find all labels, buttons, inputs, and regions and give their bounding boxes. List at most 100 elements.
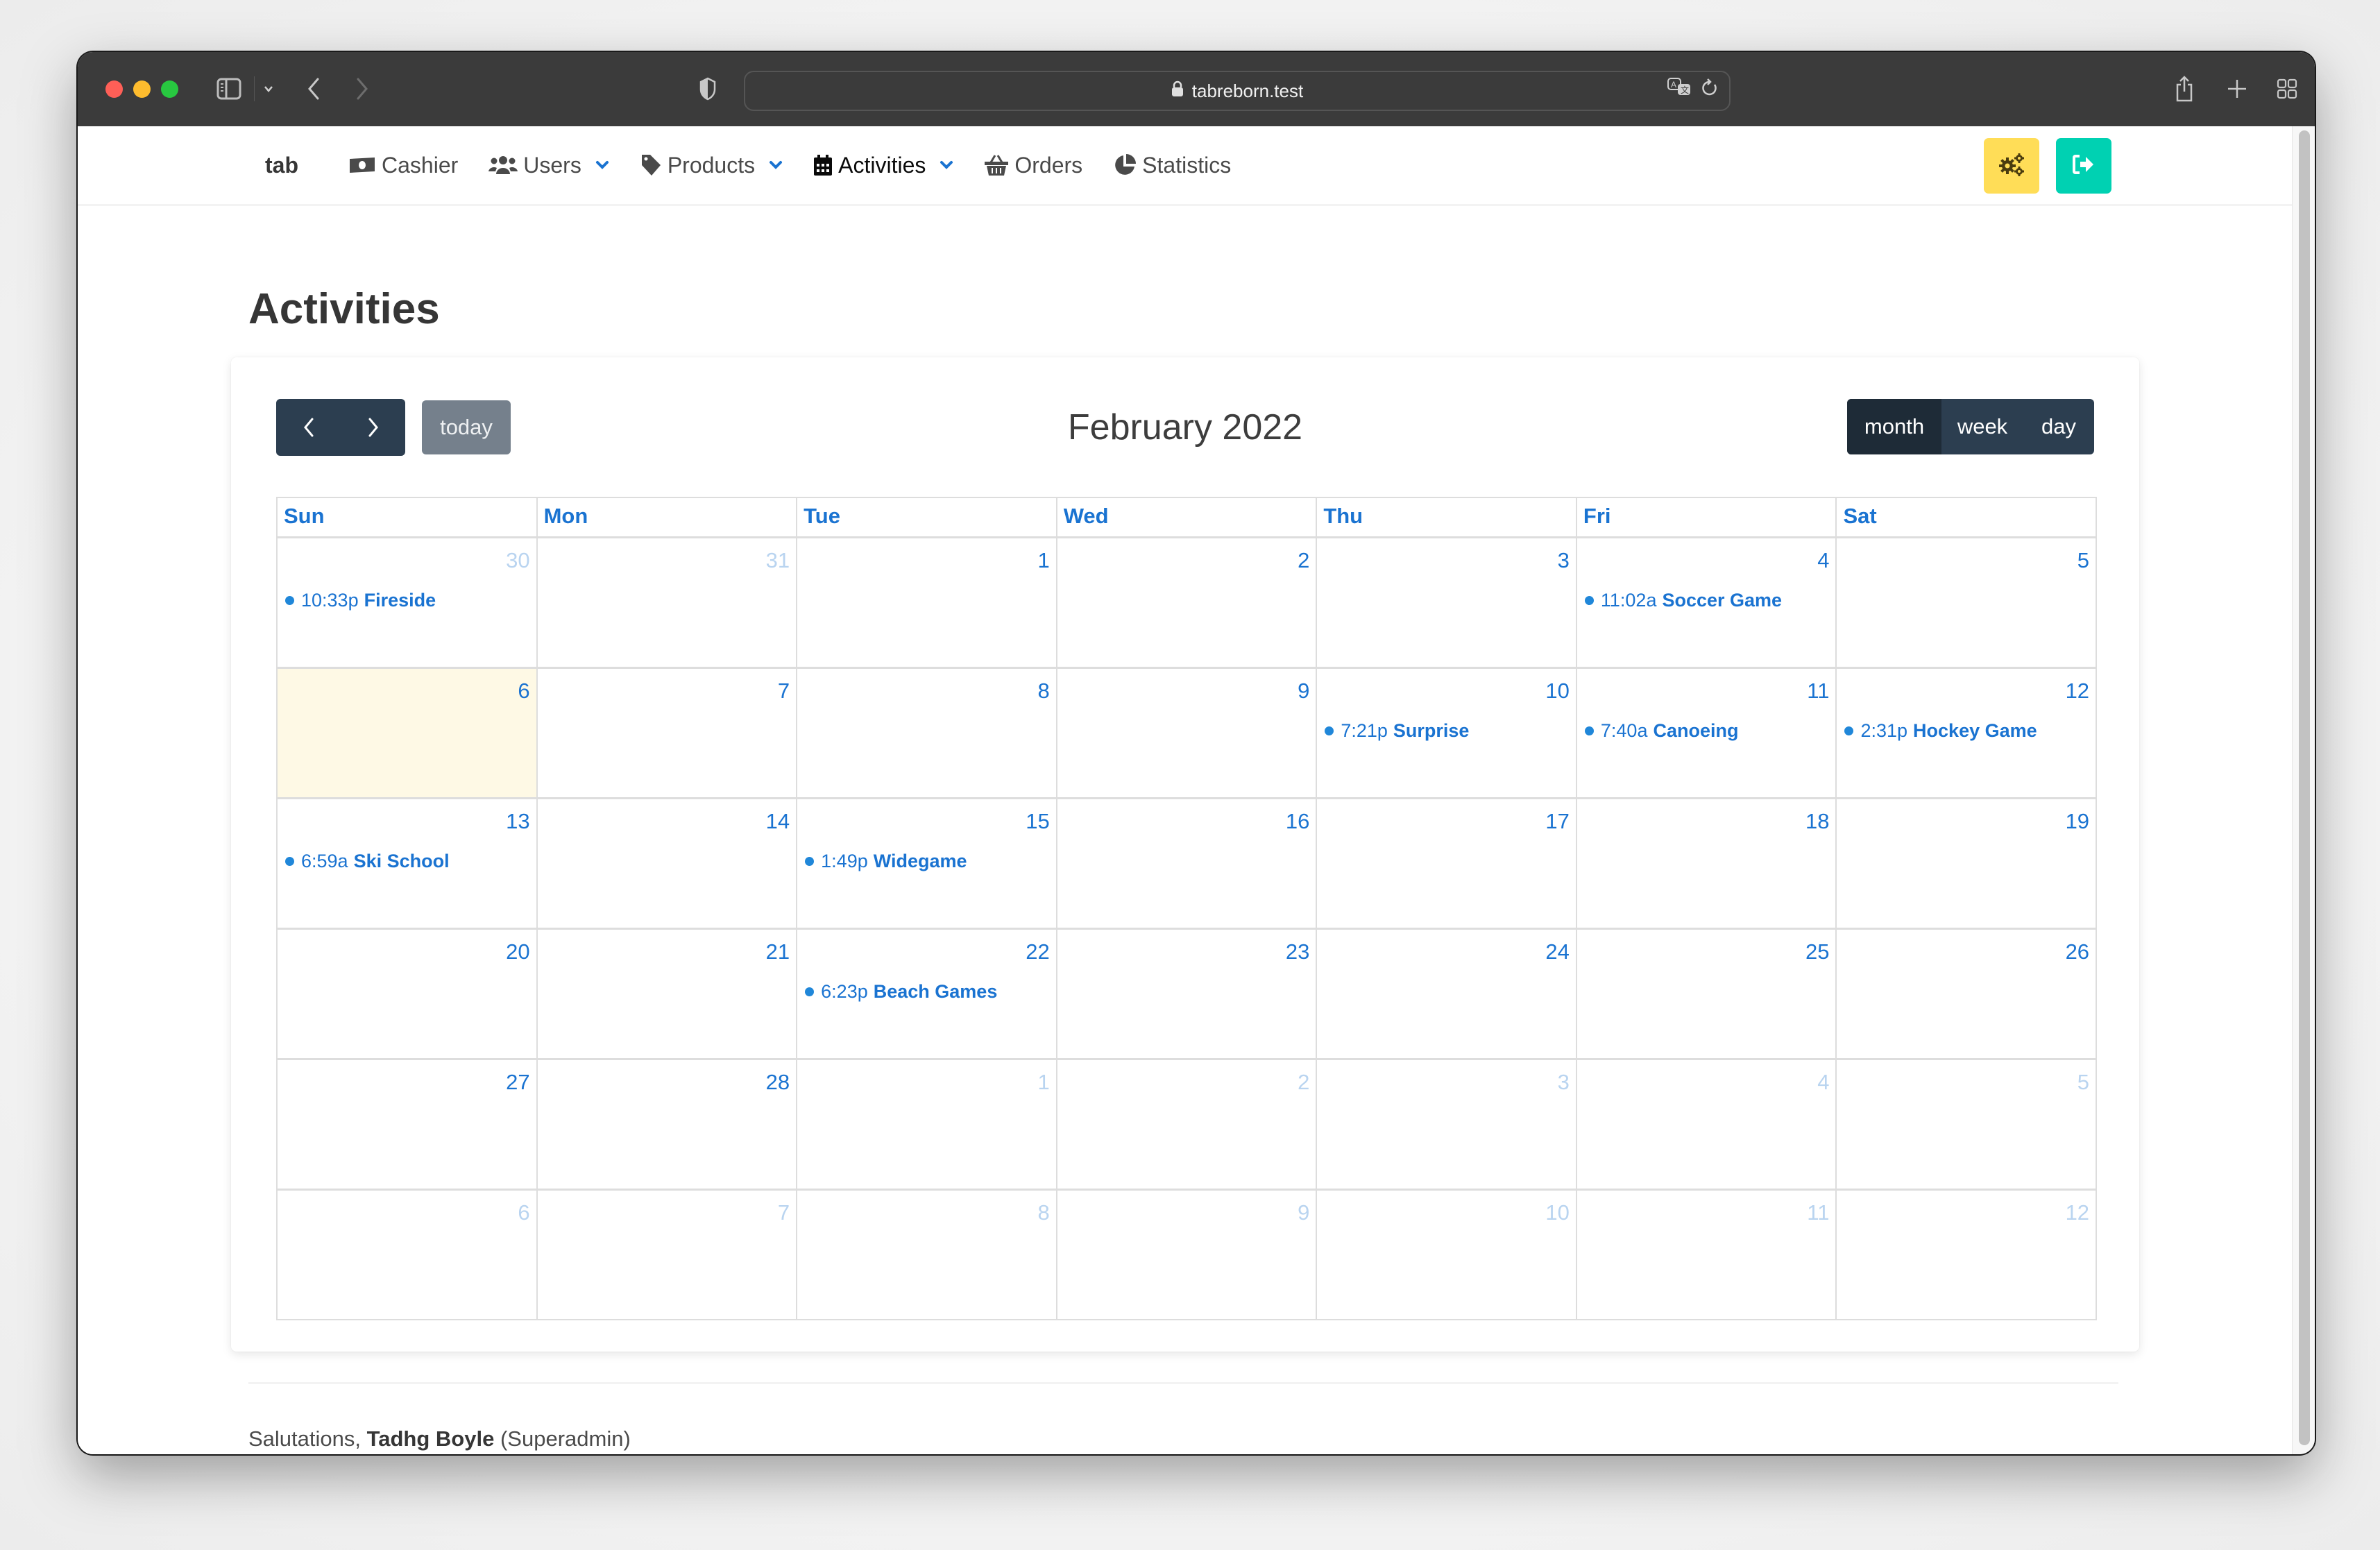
day-cell[interactable]: 7 bbox=[536, 1191, 797, 1319]
view-week-button[interactable]: week bbox=[1941, 399, 2023, 454]
tab-overview-icon[interactable] bbox=[2273, 73, 2301, 105]
address-bar[interactable]: tabreborn.test A文 bbox=[744, 71, 1731, 111]
day-number[interactable]: 12 bbox=[2066, 679, 2089, 704]
day-cell[interactable]: 31 bbox=[536, 538, 797, 667]
day-number[interactable]: 21 bbox=[766, 939, 790, 964]
day-cell[interactable]: 9 bbox=[1055, 1191, 1316, 1319]
day-number[interactable]: 20 bbox=[506, 939, 529, 964]
day-number[interactable]: 25 bbox=[1805, 939, 1829, 964]
day-cell[interactable]: 8 bbox=[796, 1191, 1056, 1319]
back-icon[interactable] bbox=[300, 73, 328, 105]
close-window-button[interactable] bbox=[105, 80, 123, 98]
day-number[interactable]: 22 bbox=[1026, 939, 1049, 964]
day-cell[interactable]: 6 bbox=[278, 1191, 536, 1319]
brand-link[interactable]: tab bbox=[265, 126, 298, 204]
day-cell[interactable]: 5 bbox=[1835, 1060, 2096, 1189]
day-number[interactable]: 1 bbox=[1037, 548, 1049, 573]
minimize-window-button[interactable] bbox=[133, 80, 151, 98]
page-scrollbar[interactable] bbox=[2292, 126, 2315, 1454]
day-number[interactable]: 17 bbox=[1545, 809, 1569, 834]
day-number[interactable]: 10 bbox=[1545, 1200, 1569, 1225]
day-cell[interactable]: 10 bbox=[1316, 1191, 1576, 1319]
day-cell[interactable]: 7 bbox=[536, 669, 797, 797]
chevron-down-icon[interactable] bbox=[769, 160, 783, 170]
day-cell[interactable]: 14 bbox=[536, 799, 797, 928]
day-number[interactable]: 14 bbox=[766, 809, 790, 834]
reload-icon[interactable] bbox=[1701, 78, 1718, 103]
day-cell[interactable]: 20 bbox=[278, 930, 536, 1058]
day-cell[interactable]: 12 bbox=[1835, 1191, 2096, 1319]
day-cell[interactable]: 11 7:40a Canoeing bbox=[1575, 669, 1836, 797]
day-cell[interactable]: 4 bbox=[1575, 1060, 1836, 1189]
day-cell[interactable]: 24 bbox=[1316, 930, 1576, 1058]
day-cell[interactable]: 8 bbox=[796, 669, 1056, 797]
day-number[interactable]: 9 bbox=[1298, 679, 1309, 704]
day-number[interactable]: 18 bbox=[1805, 809, 1829, 834]
day-cell[interactable]: 2 bbox=[1055, 538, 1316, 667]
calendar-event[interactable]: 10:33p Fireside bbox=[285, 590, 436, 611]
nav-item-users[interactable]: Users bbox=[488, 153, 609, 178]
day-number[interactable]: 1 bbox=[1037, 1070, 1049, 1095]
day-number[interactable]: 2 bbox=[1298, 1070, 1309, 1095]
day-cell[interactable]: 28 bbox=[536, 1060, 797, 1189]
day-cell[interactable]: 18 bbox=[1575, 799, 1836, 928]
day-number[interactable]: 8 bbox=[1037, 679, 1049, 704]
nav-item-orders[interactable]: Orders bbox=[984, 153, 1082, 178]
chevron-down-icon[interactable] bbox=[595, 160, 609, 170]
calendar-event[interactable]: 6:59a Ski School bbox=[285, 851, 450, 872]
today-button[interactable]: today bbox=[422, 400, 511, 454]
translate-icon[interactable]: A文 bbox=[1667, 77, 1692, 104]
day-number[interactable]: 6 bbox=[518, 679, 529, 704]
day-cell[interactable]: 25 bbox=[1575, 930, 1836, 1058]
day-number[interactable]: 4 bbox=[1817, 548, 1829, 573]
day-cell[interactable]: 1 bbox=[796, 1060, 1056, 1189]
calendar-event[interactable]: 6:23p Beach Games bbox=[805, 981, 997, 1003]
day-cell[interactable]: 3 bbox=[1316, 538, 1576, 667]
view-month-button[interactable]: month bbox=[1847, 399, 1941, 454]
day-cell[interactable]: 16 bbox=[1055, 799, 1316, 928]
day-number[interactable]: 7 bbox=[778, 1200, 790, 1225]
settings-button[interactable] bbox=[1984, 138, 2039, 194]
day-number[interactable]: 12 bbox=[2066, 1200, 2089, 1225]
nav-item-activities[interactable]: Activities bbox=[813, 153, 953, 178]
day-number[interactable]: 15 bbox=[1026, 809, 1049, 834]
day-cell-today[interactable]: 6 bbox=[278, 669, 536, 797]
day-number[interactable]: 30 bbox=[506, 548, 529, 573]
day-cell[interactable]: 15 1:49p Widegame bbox=[796, 799, 1056, 928]
day-number[interactable]: 3 bbox=[1558, 548, 1570, 573]
share-icon[interactable] bbox=[2170, 73, 2198, 105]
logout-button[interactable] bbox=[2056, 138, 2111, 194]
day-cell[interactable]: 1 bbox=[796, 538, 1056, 667]
sidebar-icon[interactable] bbox=[214, 73, 244, 105]
day-cell[interactable]: 22 6:23p Beach Games bbox=[796, 930, 1056, 1058]
day-number[interactable]: 5 bbox=[2077, 1070, 2089, 1095]
day-number[interactable]: 26 bbox=[2066, 939, 2089, 964]
nav-item-cashier[interactable]: Cashier bbox=[348, 153, 458, 178]
day-number[interactable]: 11 bbox=[1807, 1200, 1829, 1225]
day-number[interactable]: 23 bbox=[1286, 939, 1309, 964]
calendar-event[interactable]: 2:31p Hockey Game bbox=[1844, 720, 2037, 742]
day-cell[interactable]: 26 bbox=[1835, 930, 2096, 1058]
new-tab-icon[interactable] bbox=[2223, 73, 2251, 105]
day-cell[interactable]: 3 bbox=[1316, 1060, 1576, 1189]
day-cell[interactable]: 23 bbox=[1055, 930, 1316, 1058]
day-number[interactable]: 16 bbox=[1286, 809, 1309, 834]
day-number[interactable]: 31 bbox=[766, 548, 790, 573]
day-number[interactable]: 19 bbox=[2066, 809, 2089, 834]
day-cell[interactable]: 17 bbox=[1316, 799, 1576, 928]
day-cell[interactable]: 30 10:33p Fireside bbox=[278, 538, 536, 667]
day-number[interactable]: 7 bbox=[778, 679, 790, 704]
day-number[interactable]: 6 bbox=[518, 1200, 529, 1225]
day-cell[interactable]: 10 7:21p Surprise bbox=[1316, 669, 1576, 797]
day-cell[interactable]: 9 bbox=[1055, 669, 1316, 797]
chevron-down-icon[interactable] bbox=[258, 73, 279, 105]
prev-month-button[interactable] bbox=[276, 399, 341, 456]
view-day-button[interactable]: day bbox=[2023, 399, 2094, 454]
next-month-button[interactable] bbox=[341, 399, 405, 456]
day-number[interactable]: 3 bbox=[1558, 1070, 1570, 1095]
calendar-event[interactable]: 7:21p Surprise bbox=[1325, 720, 1469, 742]
day-number[interactable]: 5 bbox=[2077, 548, 2089, 573]
scrollbar-thumb[interactable] bbox=[2299, 130, 2310, 1445]
calendar-event[interactable]: 1:49p Widegame bbox=[805, 851, 967, 872]
day-cell[interactable]: 12 2:31p Hockey Game bbox=[1835, 669, 2096, 797]
